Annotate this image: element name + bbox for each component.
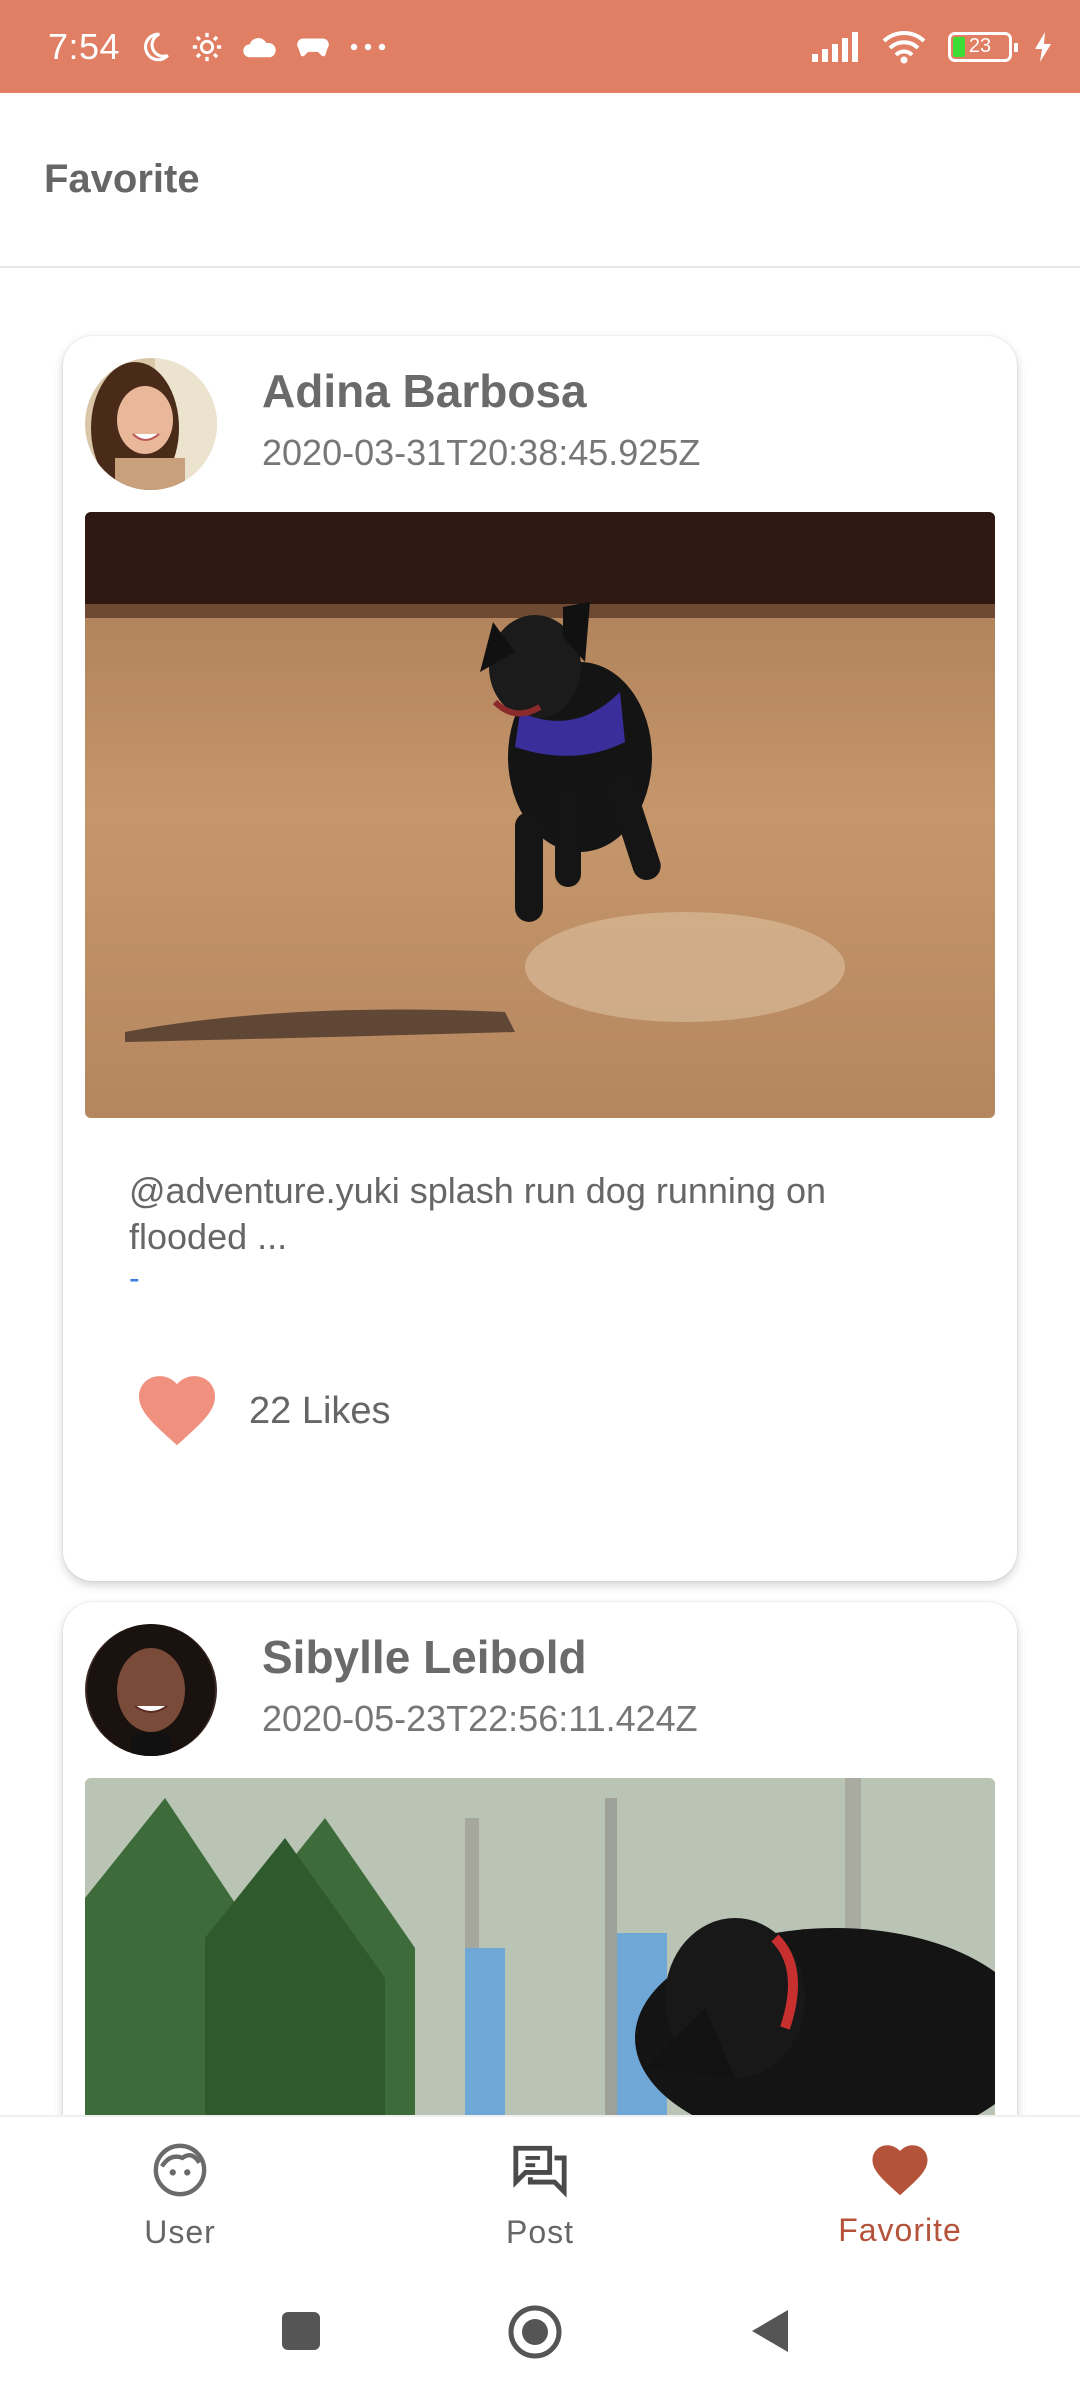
post-link[interactable]: - — [129, 1260, 140, 1297]
nav-favorite[interactable]: Favorite — [800, 2141, 1000, 2249]
wifi-icon — [882, 30, 926, 64]
post-card[interactable]: Sibylle Leibold 2020-05-23T22:56:11.424Z — [63, 1602, 1017, 2115]
page-title: Favorite — [44, 157, 200, 201]
heart-icon — [870, 2141, 930, 2202]
chat-bubbles-icon — [510, 2141, 570, 2204]
post-image[interactable] — [85, 1778, 995, 2115]
home-button[interactable] — [507, 2304, 563, 2365]
battery-level: 23 — [968, 35, 992, 57]
user-face-icon — [151, 2141, 209, 2204]
nav-user[interactable]: User — [80, 2141, 280, 2251]
user-name: Adina Barbosa — [262, 365, 587, 417]
app-bar: Favorite — [0, 93, 1080, 268]
nav-post[interactable]: Post — [440, 2141, 640, 2251]
charging-icon — [1034, 31, 1052, 62]
system-nav-bar — [0, 2270, 1080, 2400]
more-dots-icon — [348, 42, 388, 52]
status-right: 23 — [812, 0, 1052, 93]
avatar[interactable] — [85, 358, 217, 490]
like-count: 22 Likes — [249, 1390, 391, 1432]
settings-icon — [190, 30, 224, 64]
status-time: 7:54 — [48, 25, 121, 67]
nav-post-label: Post — [505, 2214, 575, 2250]
post-date: 2020-05-23T22:56:11.424Z — [262, 1698, 698, 1739]
nav-user-label: User — [144, 2214, 216, 2250]
back-button[interactable] — [750, 2308, 790, 2359]
bottom-nav: User Post Favorite — [0, 2115, 1080, 2270]
recents-button[interactable] — [280, 2310, 322, 2357]
like-row: 22 Likes — [135, 1371, 391, 1452]
status-left: 7:54 — [48, 0, 388, 93]
post-date: 2020-03-31T20:38:45.925Z — [262, 432, 701, 473]
favorites-list[interactable]: Adina Barbosa 2020-03-31T20:38:45.925Z @… — [0, 270, 1080, 2115]
signal-icon — [812, 31, 860, 62]
avatar[interactable] — [85, 1624, 217, 1756]
post-card[interactable]: Adina Barbosa 2020-03-31T20:38:45.925Z @… — [63, 336, 1017, 1581]
post-image[interactable] — [85, 512, 995, 1118]
game-icon — [296, 35, 330, 59]
user-name: Sibylle Leibold — [262, 1631, 587, 1683]
nav-favorite-label: Favorite — [838, 2212, 962, 2248]
post-text: @adventure.yuki splash run dog running o… — [129, 1170, 826, 1257]
status-bar: 7:54 23 — [0, 0, 1080, 93]
battery-icon: 23 — [948, 31, 1018, 62]
moon-icon — [138, 30, 172, 64]
heart-icon[interactable] — [135, 1371, 219, 1452]
cloud-icon — [242, 34, 278, 60]
